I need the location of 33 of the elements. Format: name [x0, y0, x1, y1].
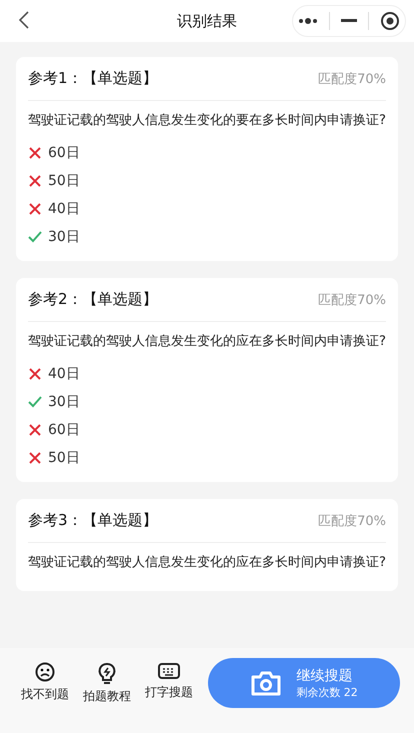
more-icon[interactable]: [298, 18, 318, 24]
toolbar-action[interactable]: 打字搜题: [140, 662, 198, 705]
minimize-icon[interactable]: [340, 19, 357, 23]
option-text: 50日: [48, 172, 80, 190]
option-text: 50日: [48, 449, 80, 467]
option-text: 60日: [48, 144, 80, 162]
keyboard-icon: [158, 662, 180, 680]
reference-label: 参考2：: [28, 290, 83, 309]
sad-face-icon: [35, 662, 55, 682]
question-text: 驾驶证记载的驾驶人信息发生变化的要在多长时间内申请换证?: [28, 112, 386, 130]
toolbar-action[interactable]: 找不到题: [16, 662, 74, 705]
page-title: 识别结果: [177, 12, 237, 30]
question-type: 【单选题】: [82, 290, 158, 309]
match-score: 匹配度70%: [318, 292, 386, 308]
camera-icon: [250, 670, 282, 696]
question-text: 驾驶证记载的驾驶人信息发生变化的应在多长时间内申请换证?: [28, 333, 386, 351]
option-text: 40日: [48, 365, 80, 383]
option-text: 30日: [48, 393, 80, 411]
reference-label: 参考1：: [28, 69, 83, 88]
back-icon[interactable]: [18, 10, 30, 30]
close-icon[interactable]: [380, 11, 400, 31]
question-type: 【单选题】: [82, 69, 158, 88]
remaining-count: 剩余次数 22: [296, 684, 358, 700]
option-text: 30日: [48, 228, 80, 246]
lightbulb-icon: [98, 662, 116, 684]
match-score: 匹配度70%: [318, 70, 386, 88]
question-type: 【单选题】: [82, 511, 158, 530]
reference-label: 参考3：: [28, 511, 83, 530]
toolbar-action[interactable]: 拍题教程: [78, 662, 136, 705]
option-text: 60日: [48, 421, 80, 439]
question-text: 驾驶证记载的驾驶人信息发生变化的应在多长时间内申请换证?: [28, 554, 386, 572]
match-score: 匹配度70%: [318, 512, 386, 530]
option-text: 40日: [48, 200, 80, 218]
